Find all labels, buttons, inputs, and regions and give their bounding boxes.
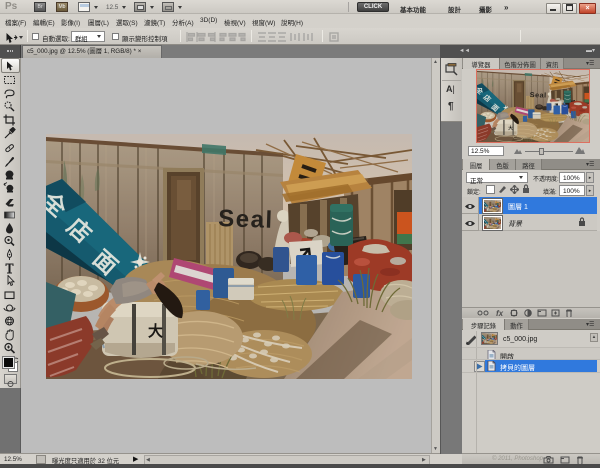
svg-text:fx: fx: [496, 309, 504, 317]
